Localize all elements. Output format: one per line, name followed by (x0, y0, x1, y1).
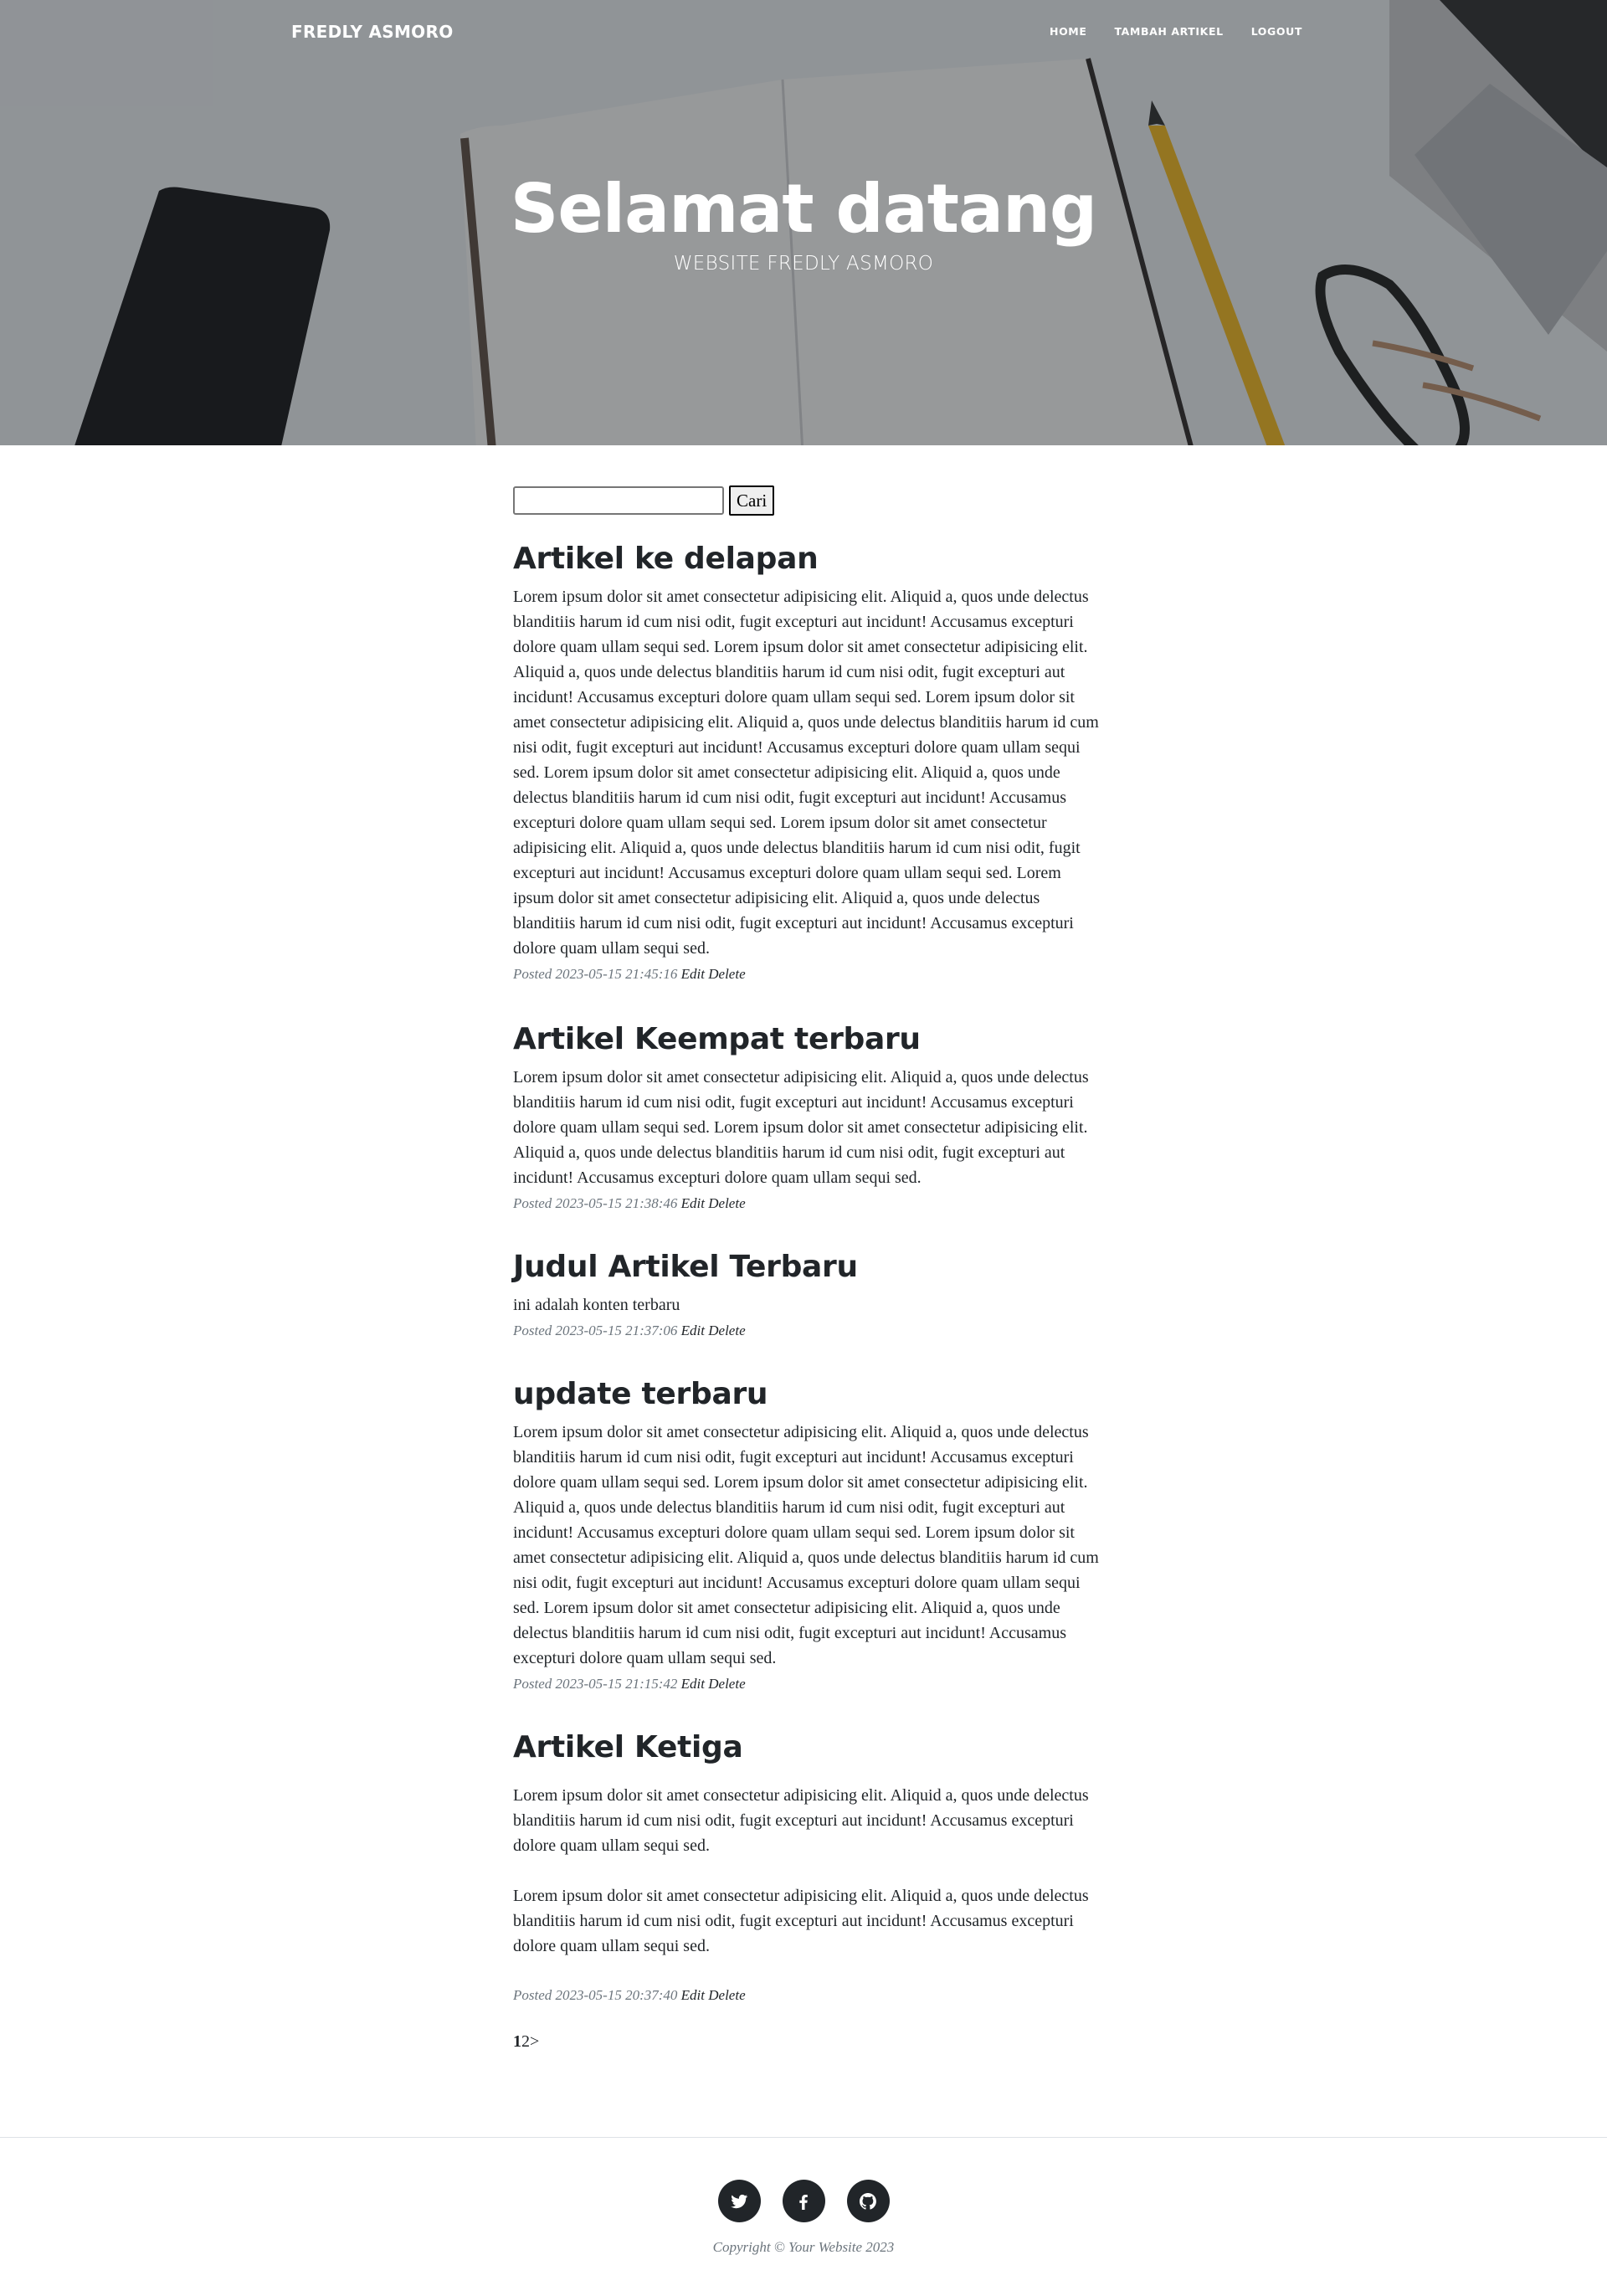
article-posted-date: Posted 2023-05-15 20:37:40 (513, 1987, 678, 2003)
article-item: Artikel Keempat terbaru Lorem ipsum dolo… (513, 1021, 1099, 1215)
nav-home-link[interactable]: HOME (1050, 25, 1086, 38)
article-paragraph: Lorem ipsum dolor sit amet consectetur a… (513, 1423, 1099, 1667)
article-content: Lorem ipsum dolor sit amet consectetur a… (513, 1420, 1099, 1671)
article-paragraph: ini adalah konten terbaru (513, 1296, 680, 1314)
edit-link[interactable]: Edit (681, 1195, 705, 1211)
article-posted-date: Posted 2023-05-15 21:45:16 (513, 966, 678, 982)
article-item: Judul Artikel Terbaru ini adalah konten … (513, 1249, 1099, 1343)
article-meta: Posted 2023-05-15 21:45:16 Edit Delete (513, 963, 1099, 986)
article-meta: Posted 2023-05-15 21:38:46 Edit Delete (513, 1192, 1099, 1215)
article-meta: Posted 2023-05-15 20:37:40 Edit Delete (513, 1984, 1099, 2007)
hero-heading: Selamat datang WEBSITE FREDLY ASMORO (0, 167, 1607, 275)
article-item: Artikel Ketiga Lorem ipsum dolor sit ame… (513, 1729, 1099, 2007)
nav-tambah-artikel-link[interactable]: TAMBAH ARTIKEL (1114, 25, 1223, 38)
twitter-icon (731, 2194, 748, 2208)
article-content: ini adalah konten terbaru (513, 1292, 1099, 1318)
article-paragraph: Lorem ipsum dolor sit amet consectetur a… (513, 588, 1099, 958)
article-list: Cari Artikel ke delapan Lorem ipsum dolo… (513, 485, 1099, 2052)
brand-link[interactable]: FREDLY ASMORO (291, 22, 454, 42)
masthead: FREDLY ASMORO HOME TAMBAH ARTIKEL LOGOUT… (0, 0, 1607, 445)
delete-link[interactable]: Delete (708, 1323, 745, 1338)
hero-subtitle: WEBSITE FREDLY ASMORO (673, 253, 934, 275)
article-posted-date: Posted 2023-05-15 21:15:42 (513, 1676, 678, 1692)
edit-link[interactable]: Edit (681, 1676, 705, 1692)
delete-link[interactable]: Delete (708, 1195, 745, 1211)
article-posted-date: Posted 2023-05-15 21:38:46 (513, 1195, 678, 1211)
article-paragraph: Lorem ipsum dolor sit amet consectetur a… (513, 1068, 1089, 1187)
github-icon (860, 2192, 876, 2210)
navbar: FREDLY ASMORO HOME TAMBAH ARTIKEL LOGOUT (0, 0, 1607, 67)
article-title: update terbaru (513, 1377, 768, 1411)
article-content: Lorem ipsum dolor sit amet consectetur a… (513, 584, 1099, 961)
page-2-link[interactable]: 2 (521, 2032, 530, 2051)
article-meta: Posted 2023-05-15 21:37:06 Edit Delete (513, 1319, 1099, 1343)
article-title: Artikel Keempat terbaru (513, 1022, 921, 1056)
pagination: 12> (513, 2032, 1099, 2052)
search-input[interactable] (513, 486, 724, 515)
article-item: Artikel ke delapan Lorem ipsum dolor sit… (513, 541, 1099, 986)
facebook-icon (799, 2194, 808, 2210)
edit-link[interactable]: Edit (681, 1987, 705, 2003)
delete-link[interactable]: Delete (708, 1987, 745, 2003)
article-title: Artikel Ketiga (513, 1730, 743, 1764)
github-link[interactable] (846, 2180, 890, 2222)
edit-link[interactable]: Edit (681, 966, 705, 982)
social-links (0, 2180, 1607, 2222)
article-content: Lorem ipsum dolor sit amet consectetur a… (513, 1783, 1099, 1959)
article-paragraph: Lorem ipsum dolor sit amet consectetur a… (513, 1786, 1089, 1855)
article-title: Judul Artikel Terbaru (513, 1250, 858, 1284)
article-title: Artikel ke delapan (513, 542, 819, 576)
article-item: update terbaru Lorem ipsum dolor sit ame… (513, 1376, 1099, 1696)
page-1-current: 1 (513, 2032, 521, 2051)
twitter-link[interactable] (717, 2180, 761, 2222)
search-button[interactable]: Cari (729, 485, 775, 516)
article-posted-date: Posted 2023-05-15 21:37:06 (513, 1323, 678, 1338)
hero-title: Selamat datang (510, 170, 1097, 248)
search-form: Cari (513, 485, 1099, 516)
footer-divider (0, 2137, 1607, 2138)
delete-link[interactable]: Delete (708, 1676, 745, 1692)
nav-links: HOME TAMBAH ARTIKEL LOGOUT (1022, 25, 1302, 38)
article-content: Lorem ipsum dolor sit amet consectetur a… (513, 1065, 1099, 1190)
copyright-text: Copyright © Your Website 2023 (712, 2239, 895, 2255)
facebook-link[interactable] (782, 2180, 825, 2222)
nav-logout-link[interactable]: LOGOUT (1251, 25, 1302, 38)
article-paragraph: Lorem ipsum dolor sit amet consectetur a… (513, 1887, 1089, 1955)
next-page-link[interactable]: > (530, 2032, 539, 2051)
article-meta: Posted 2023-05-15 21:15:42 Edit Delete (513, 1672, 1099, 1696)
edit-link[interactable]: Edit (681, 1323, 705, 1338)
delete-link[interactable]: Delete (708, 966, 745, 982)
footer: Copyright © Your Website 2023 (0, 2180, 1607, 2256)
